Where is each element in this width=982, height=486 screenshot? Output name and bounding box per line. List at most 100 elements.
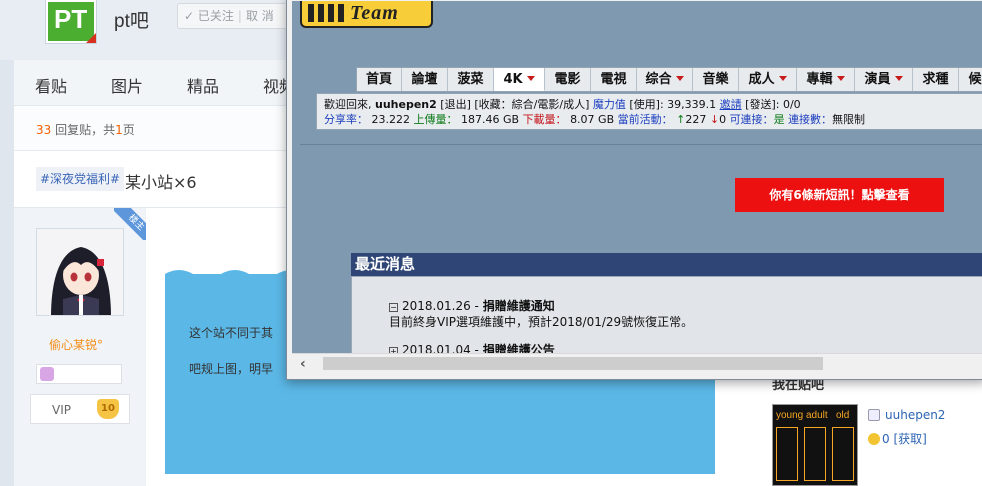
cover-panel [776,427,798,481]
magic-value: 39,339.1 [667,98,717,111]
coin-count: 0 [882,432,890,446]
medal-bar [36,364,122,384]
tab-images[interactable]: 图片 [111,73,143,97]
invite-send-link[interactable]: [發送]: [745,98,779,111]
nav-item-label: 成人 [748,72,775,87]
nav-item[interactable]: 音樂 [693,68,739,91]
author-username[interactable]: 偷心某锐° [49,336,103,353]
leeching-count[interactable]: 0 [719,113,726,126]
vip-level-box[interactable]: VIP 10 [30,394,130,424]
unfollow-label[interactable]: 取 消 [246,9,274,23]
sidebar-username-row[interactable]: uuhepen2 [868,408,945,422]
news-item-2[interactable]: +2018.01.04 - 捐贈維護公告 [389,341,555,353]
author-panel: 楼主 偷心某锐° VIP 10 [14,208,146,486]
op-badge: 楼主 [114,208,146,240]
nav-item[interactable]: 論壇 [402,68,448,91]
welcome-text: 歡迎回來, [324,98,372,111]
seeding-count[interactable]: 227 [685,113,706,126]
magic-use-link[interactable]: [使用]: [629,98,663,111]
nav-item[interactable]: 求種 [913,68,959,91]
upload-label: 上傳量： [413,113,458,126]
scrollbar-thumb[interactable] [323,357,823,370]
nav-item[interactable]: 成人 [739,68,797,91]
nav-item[interactable]: 首頁 [357,68,402,91]
nav-item-label: 4K [503,72,523,87]
news-title: 捐贈維護通知 [482,299,555,313]
upload-value: 187.46 GB [461,113,520,126]
nav-item-label: 候選 [968,72,982,87]
coin-row: 0 [获取] [868,430,927,447]
level-shield-icon: 10 [97,399,119,419]
nav-item[interactable]: 電影 [545,68,591,91]
scroll-left-icon[interactable]: ‹ [300,356,306,372]
tab-posts[interactable]: 看贴 [35,73,67,97]
checkmark-icon: ✓ [184,9,195,23]
info-line-2: 分享率： 23.222 上傳量： 187.46 GB 下載量： 8.07 GB … [324,112,982,127]
site-logo-text: Team [350,2,399,24]
news-item-1[interactable]: −2018.01.26 - 捐贈維護通知 [389,297,555,314]
reply-count-text: 33 回复贴，共1页 [36,121,135,138]
connections-value: 無限制 [832,113,866,126]
news-date: 2018.01.26 [402,299,471,313]
avatar[interactable] [36,228,124,316]
nav-item[interactable]: 菠菜 [448,68,494,91]
active-label: 當前活動： [617,113,673,126]
nav-item[interactable]: 演員 [855,68,913,91]
get-coins-link[interactable]: [获取] [893,432,926,446]
news-title: 捐贈維護公告 [482,343,555,353]
dropdown-caret-icon [836,76,845,81]
divider [300,144,982,145]
favorites-link[interactable]: [收藏：綜合/電影/成人] [474,98,589,111]
nav-item[interactable]: 候選 [959,68,982,91]
dropdown-caret-icon [675,76,684,81]
news-item-1-desc: 目前終身VIP選項維護中，預計2018/01/29號恢復正常。 [389,315,694,329]
forum-logo-text: PT [54,4,88,34]
ratio-label: 分享率： [324,113,368,126]
user-icon [868,409,880,421]
cover-panel [832,427,854,481]
pt-site-viewport: Team 首頁 論壇 菠菜 4K 電影 電視 综合 音樂 成人 專輯 演員 求種 候選 歡迎回來, uu… [292,1,982,353]
page-label: 页 [122,123,135,137]
nav-item[interactable]: 综合 [637,68,693,91]
nav-item-label: 首頁 [365,72,392,87]
page-count: 1 [115,123,123,137]
follow-button[interactable]: ✓ 已关注 | 取 消 [177,3,297,29]
news-date: 2018.01.04 [402,343,471,353]
cover-word-3: old [836,410,850,421]
vip-label: VIP [52,403,71,417]
download-value: 8.07 GB [570,113,615,126]
connectable-label: 可連接： [729,113,774,126]
nav-item-label: 求種 [922,72,949,87]
nav-item-label: 菠菜 [457,72,484,87]
forum-logo[interactable]: PT [46,0,96,43]
tab-featured[interactable]: 精品 [187,73,219,97]
reply-count: 33 [36,123,52,137]
dropdown-caret-icon [894,76,903,81]
site-nav: 首頁 論壇 菠菜 4K 電影 電視 综合 音樂 成人 專輯 演員 求種 候選 [356,67,982,92]
info-username[interactable]: uuhepen2 [375,98,437,111]
pt-site-window[interactable]: Team 首頁 論壇 菠菜 4K 電影 電視 综合 音樂 成人 專輯 演員 求種 候選 歡迎回來, uu… [286,0,982,380]
follow-label: 已关注 [197,9,234,23]
nav-item-label: 電視 [600,72,627,87]
nav-item[interactable]: 專輯 [797,68,855,91]
user-info-bar: 歡迎回來, uuhepen2 [退出] [收藏：綜合/電影/成人] 魔力值 [使… [316,93,982,130]
site-logo[interactable]: Team [300,1,433,28]
nav-item-label: 專輯 [806,72,833,87]
cover-word-2: adult [806,410,828,421]
news-heading: 最近消息 [351,253,982,276]
forum-name[interactable]: pt吧 [114,6,149,33]
nav-item[interactable]: 4K [494,68,545,91]
user-cover-image[interactable]: young adult old [772,404,858,486]
logout-link[interactable]: [退出] [440,98,471,111]
nav-item[interactable]: 電視 [591,68,637,91]
invite-link[interactable]: 邀請 [720,98,742,111]
nav-item-label: 综合 [645,72,672,87]
collapse-icon[interactable]: − [389,303,398,312]
medal-icon[interactable] [40,367,54,381]
horizontal-scrollbar[interactable]: ‹ [292,353,982,373]
post-topic-tag[interactable]: #深夜党福利# [36,167,125,191]
nav-item-label: 論壇 [411,72,438,87]
new-messages-button[interactable]: 你有6條新短訊！點擊查看 [735,178,944,212]
sidebar-username: uuhepen2 [885,408,946,422]
logo-bars-icon [308,4,346,22]
